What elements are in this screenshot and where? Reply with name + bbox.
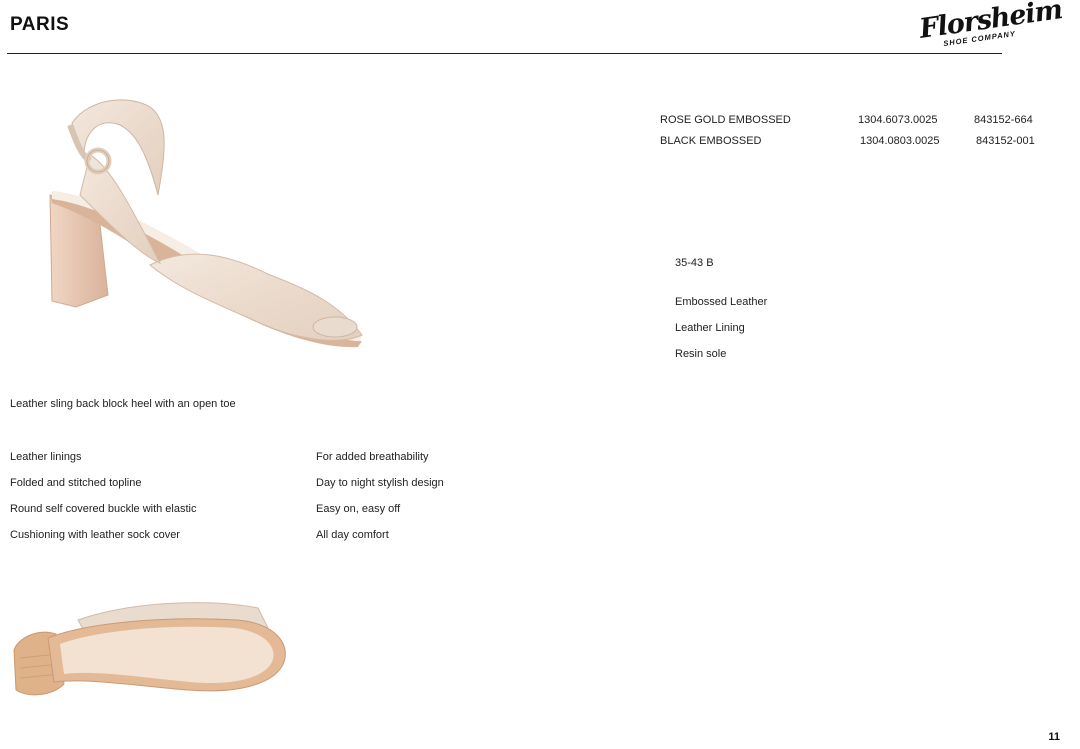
feature-text: Round self covered buckle with elastic xyxy=(10,503,197,515)
size-range: 35-43 B xyxy=(675,257,714,269)
colorway-name: BLACK EMBOSSED xyxy=(660,135,762,147)
style-code: 1304.6073.0025 xyxy=(858,114,938,126)
benefit-text: All day comfort xyxy=(316,529,389,541)
product-image-sole xyxy=(13,602,286,696)
feature-text: Folded and stitched topline xyxy=(10,477,142,489)
benefit-text: Day to night stylish design xyxy=(316,477,444,489)
benefit-text: Easy on, easy off xyxy=(316,503,401,515)
feature-text: Cushioning with leather sock cover xyxy=(10,529,180,541)
benefit-text: For added breathability xyxy=(316,451,429,463)
upc-code: 843152-001 xyxy=(976,135,1035,147)
style-code: 1304.0803.0025 xyxy=(860,135,940,147)
page-number: 11 xyxy=(1048,731,1060,743)
upc-code: 843152-664 xyxy=(974,114,1033,126)
upper-material: Embossed Leather xyxy=(675,296,768,308)
product-description: Leather sling back block heel with an op… xyxy=(10,398,236,410)
sole-material: Resin sole xyxy=(675,348,727,360)
feature-text: Leather linings xyxy=(10,451,82,463)
page-title: PARIS xyxy=(10,14,70,35)
lining-material: Leather Lining xyxy=(675,322,745,334)
brand-logo: Florsheim SHOE COMPANY xyxy=(915,0,1064,52)
colorway-name: ROSE GOLD EMBOSSED xyxy=(660,114,791,126)
header-divider xyxy=(7,53,1002,54)
product-image-side xyxy=(49,99,363,348)
